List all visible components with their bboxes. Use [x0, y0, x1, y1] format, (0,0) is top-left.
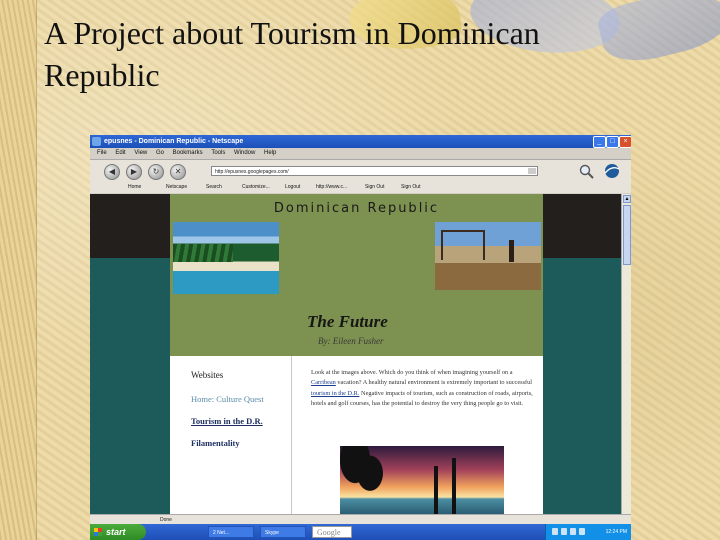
page-heading: The Future: [307, 312, 388, 331]
nav-link-filamentality[interactable]: Filamentality: [191, 438, 240, 448]
bookmarks-toolbar: Home Netscape Search Customize... Logout…: [90, 182, 631, 193]
bookmark-sign-out-1[interactable]: Sign Out: [365, 182, 384, 193]
menu-help[interactable]: Help: [264, 150, 276, 156]
bookmark-netscape[interactable]: Netscape: [166, 182, 187, 193]
start-button[interactable]: start: [90, 524, 146, 540]
bookmark-home[interactable]: Home: [128, 182, 141, 193]
slide-left-strip: [0, 0, 37, 540]
taskbar-item-skype[interactable]: Skype: [260, 526, 306, 538]
body-text-part-1: Look at the images above. Which do you t…: [311, 369, 513, 376]
system-tray: 12:24 PM: [545, 524, 631, 540]
scroll-up-icon[interactable]: ▲: [623, 195, 631, 203]
link-tourism-dr[interactable]: tourism in the D.R.: [311, 390, 359, 397]
windows-taskbar: start 2 Net... Skype Google 12:24 PM: [90, 524, 631, 540]
navigation-toolbar: ◀ ▶ ↻ ✕ http://epusnes.googlepages.com/: [90, 159, 631, 183]
url-text: http://epusnes.googlepages.com/: [215, 169, 289, 175]
nav-link-tourism[interactable]: Tourism in the D.R.: [191, 416, 263, 426]
search-icon[interactable]: [578, 163, 596, 179]
page-banner: Dominican Republic The Future By: Eileen…: [170, 194, 543, 356]
window-title-bar: epusnes - Dominican Republic - Netscape …: [90, 135, 631, 148]
beach-photo: [173, 222, 279, 294]
url-go-icon[interactable]: [528, 168, 536, 174]
tray-icon-volume[interactable]: [561, 528, 567, 535]
browser-screenshot: epusnes - Dominican Republic - Netscape …: [90, 135, 631, 540]
reload-icon[interactable]: ↻: [148, 164, 164, 180]
scroll-thumb[interactable]: [623, 205, 631, 265]
close-button[interactable]: ×: [619, 136, 631, 148]
page-viewport: Dominican Republic The Future By: Eileen…: [90, 194, 621, 514]
menu-go[interactable]: Go: [156, 150, 164, 156]
menu-edit[interactable]: Edit: [115, 150, 125, 156]
forward-icon[interactable]: ▶: [126, 164, 142, 180]
site-title: Dominican Republic: [273, 201, 440, 216]
menu-file[interactable]: File: [97, 150, 107, 156]
maximize-button[interactable]: □: [606, 136, 619, 148]
bookmark-search[interactable]: Search: [206, 182, 222, 193]
bookmark-sign-out-2[interactable]: Sign Out: [401, 182, 420, 193]
menu-bookmarks[interactable]: Bookmarks: [173, 150, 203, 156]
sunset-photo: [340, 446, 504, 514]
bookmark-http[interactable]: http://www.c...: [316, 182, 347, 193]
link-carribean[interactable]: Carribean: [311, 379, 336, 386]
page-byline: By: Eileen Fusher: [318, 336, 384, 346]
vertical-scrollbar[interactable]: ▲: [621, 194, 631, 514]
stop-icon[interactable]: ✕: [170, 164, 186, 180]
left-navigation: Websites Home: Culture Quest Tourism in …: [170, 356, 292, 514]
body-text-part-2: vacation? A healthy natural environment …: [335, 379, 533, 387]
taskbar-clock: 12:24 PM: [605, 529, 627, 535]
netscape-throbber-icon: [604, 164, 620, 178]
netscape-app-icon: [92, 137, 101, 146]
url-field[interactable]: http://epusnes.googlepages.com/: [211, 166, 538, 176]
web-page: Dominican Republic The Future By: Eileen…: [170, 194, 543, 514]
nav-link-home[interactable]: Home: Culture Quest: [191, 394, 264, 404]
menu-view[interactable]: View: [134, 150, 147, 156]
menu-bar: File Edit View Go Bookmarks Tools Window…: [90, 148, 631, 159]
menu-tools[interactable]: Tools: [211, 150, 225, 156]
menu-window[interactable]: Window: [234, 150, 255, 156]
bookmark-customize[interactable]: Customize...: [242, 182, 270, 193]
minimize-button[interactable]: _: [593, 136, 606, 148]
tray-icon-network[interactable]: [552, 528, 558, 535]
taskbar-google-search[interactable]: Google: [312, 526, 352, 538]
bookmark-logout[interactable]: Logout: [285, 182, 300, 193]
window-title: epusnes - Dominican Republic - Netscape: [104, 138, 244, 145]
back-icon[interactable]: ◀: [104, 164, 120, 180]
nav-header: Websites: [191, 370, 224, 380]
body-paragraph: Look at the images above. Which do you t…: [311, 368, 537, 410]
tray-icon-messenger[interactable]: [579, 528, 585, 535]
tray-icon-security[interactable]: [570, 528, 576, 535]
slide-title: A Project about Tourism in Dominican Rep…: [44, 15, 540, 93]
sugarcane-photo: [435, 222, 541, 290]
taskbar-item-netscape[interactable]: 2 Net...: [208, 526, 254, 538]
